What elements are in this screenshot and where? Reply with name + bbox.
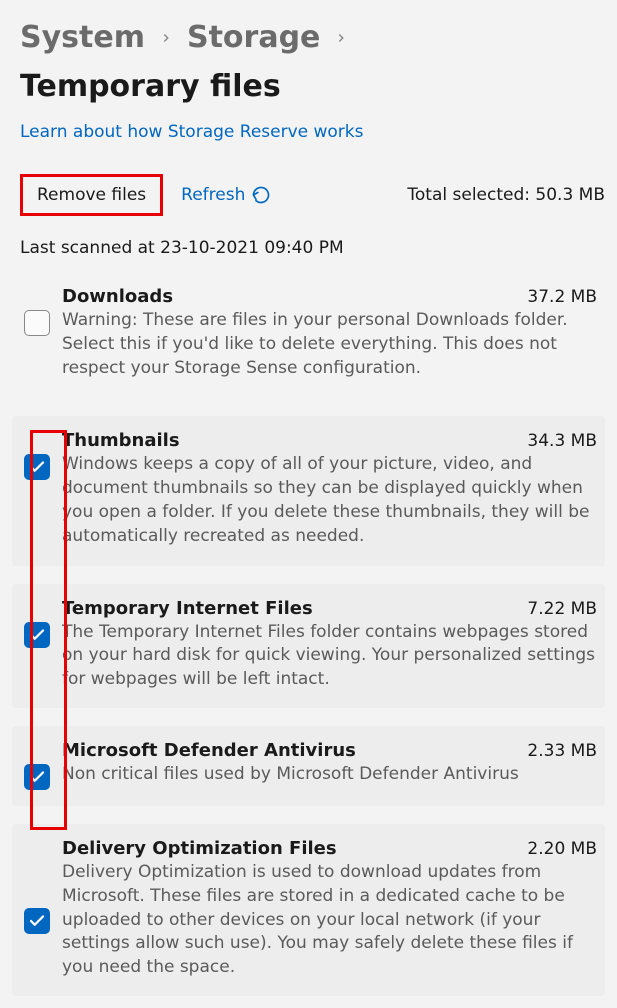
list-item: Microsoft Defender Antivirus 2.33 MB Non…	[12, 726, 605, 806]
list-item: Thumbnails 34.3 MB Windows keeps a copy …	[12, 416, 605, 564]
item-title: Delivery Optimization Files	[62, 838, 337, 859]
list-item: Temporary Internet Files 7.22 MB The Tem…	[12, 584, 605, 708]
item-size: 7.22 MB	[527, 599, 597, 619]
item-title: Temporary Internet Files	[62, 598, 313, 619]
list-item: Delivery Optimization Files 2.20 MB Deli…	[12, 824, 605, 996]
item-desc: Windows keeps a copy of all of your pict…	[62, 453, 597, 548]
chevron-right-icon	[159, 26, 173, 50]
action-row: Remove files Refresh Total selected: 50.…	[20, 174, 605, 216]
checkbox-thumbnails[interactable]	[24, 454, 50, 480]
item-size: 2.33 MB	[527, 741, 597, 761]
breadcrumb: System Storage Temporary files	[20, 20, 605, 104]
item-desc: The Temporary Internet Files folder cont…	[62, 621, 597, 692]
item-title: Thumbnails	[62, 430, 180, 451]
total-selected: Total selected: 50.3 MB	[407, 185, 605, 205]
checkbox-temp-internet[interactable]	[24, 622, 50, 648]
item-size: 34.3 MB	[527, 431, 597, 451]
item-desc: Delivery Optimization is used to downloa…	[62, 861, 597, 980]
item-title: Downloads	[62, 286, 173, 307]
refresh-link[interactable]: Refresh	[181, 185, 271, 205]
checkbox-downloads[interactable]	[24, 310, 50, 336]
item-desc: Non critical files used by Microsoft Def…	[62, 763, 597, 787]
item-size: 37.2 MB	[527, 287, 597, 307]
last-scanned: Last scanned at 23-10-2021 09:40 PM	[20, 238, 605, 258]
remove-files-button[interactable]: Remove files	[20, 174, 163, 216]
breadcrumb-storage[interactable]: Storage	[187, 20, 320, 55]
learn-link[interactable]: Learn about how Storage Reserve works	[20, 122, 364, 142]
breadcrumb-system[interactable]: System	[20, 20, 145, 55]
chevron-right-icon	[334, 26, 348, 50]
file-category-list: Downloads 37.2 MB Warning: These are fil…	[12, 272, 605, 996]
list-item: Downloads 37.2 MB Warning: These are fil…	[12, 272, 605, 396]
item-desc: Warning: These are files in your persona…	[62, 309, 597, 380]
item-size: 2.20 MB	[527, 839, 597, 859]
item-title: Microsoft Defender Antivirus	[62, 740, 356, 761]
breadcrumb-current: Temporary files	[20, 69, 281, 104]
checkbox-defender[interactable]	[24, 764, 50, 790]
refresh-label: Refresh	[181, 185, 245, 205]
refresh-icon	[251, 185, 271, 205]
checkbox-delivery-optimization[interactable]	[24, 908, 50, 934]
